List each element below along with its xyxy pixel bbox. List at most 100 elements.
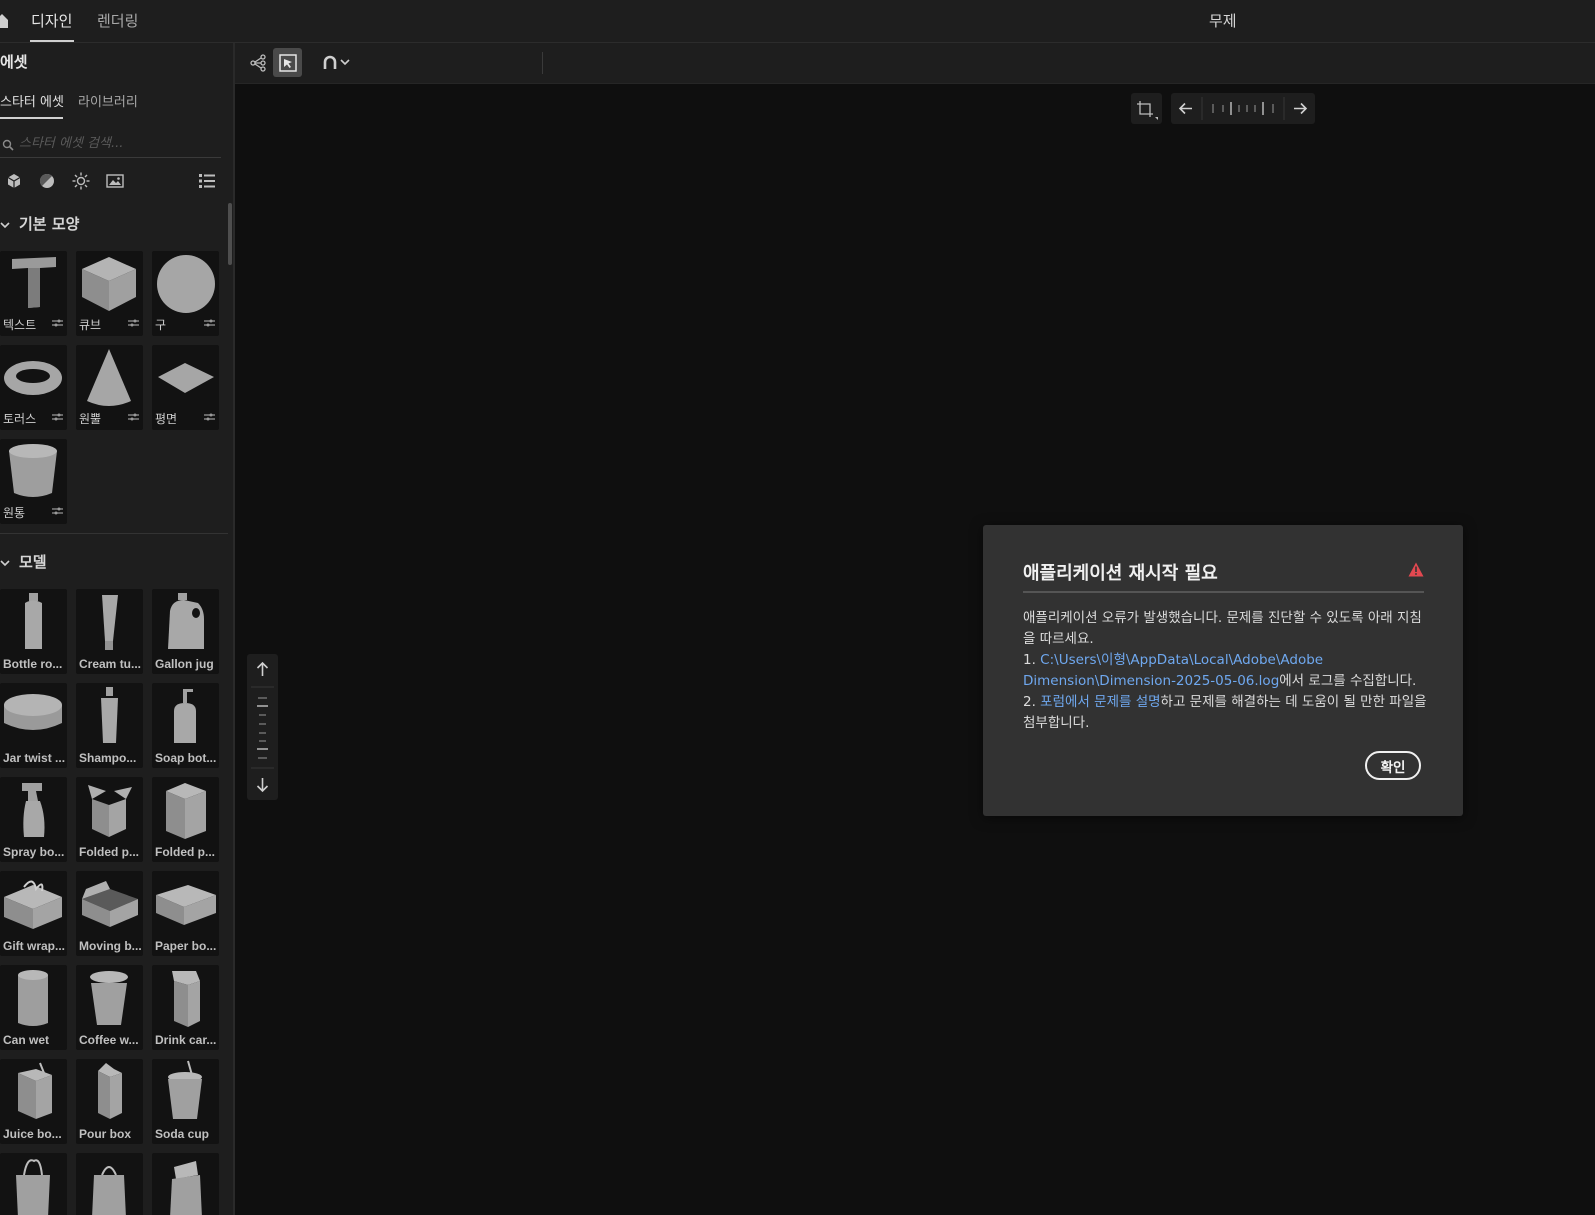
- asset-tile-text[interactable]: 텍스트: [0, 251, 67, 336]
- step-2-number: 2.: [1023, 694, 1041, 710]
- model-tile-paper-bag[interactable]: [76, 1153, 143, 1215]
- asset-label: Folded p...: [79, 845, 139, 859]
- search-icon: [2, 136, 14, 155]
- camera-pan-horizontal[interactable]: [1171, 93, 1315, 124]
- asset-tile-cylinder[interactable]: 원통: [0, 439, 67, 524]
- arrow-left-icon[interactable]: [1178, 102, 1192, 115]
- model-tile-paper-box[interactable]: Paper bo...: [152, 871, 219, 956]
- asset-label: Jar twist ...: [3, 751, 66, 765]
- model-tile-lunch-bag[interactable]: [152, 1153, 219, 1215]
- model-tile-soap-bottle[interactable]: Soap bot...: [152, 683, 219, 768]
- sidebar-scrollbar[interactable]: [228, 203, 232, 265]
- material-filter-icon[interactable]: [36, 170, 58, 192]
- ok-button[interactable]: 확인: [1365, 751, 1421, 780]
- asset-tile-torus[interactable]: 토러스: [0, 345, 67, 430]
- drink-carton-thumbnail: [172, 971, 200, 1027]
- arrow-up-icon[interactable]: [256, 661, 269, 676]
- section-title: 모델: [19, 553, 47, 571]
- text-shape-thumbnail: [12, 257, 56, 308]
- spray-bottle-thumbnail: [22, 783, 45, 837]
- asset-label: Gift wrap...: [3, 939, 66, 953]
- model-tile-spray-bottle[interactable]: Spray bo...: [0, 777, 67, 862]
- asset-label: 큐브: [79, 318, 102, 332]
- warning-icon: [1408, 562, 1424, 581]
- asset-tile-cone[interactable]: 원뿔: [76, 345, 143, 430]
- camera-pan-vertical[interactable]: [247, 654, 278, 800]
- model-tile-bottle[interactable]: Bottle ro...: [0, 589, 67, 674]
- model-tile-folded-box-open[interactable]: Folded p...: [76, 777, 143, 862]
- asset-label: Drink car...: [155, 1033, 217, 1047]
- tab-starter-assets[interactable]: 스타터 에셋: [0, 91, 64, 110]
- dialog-step-1: 1. C:\Users\이형\AppData\Local\Adobe\Adobe…: [1023, 650, 1433, 692]
- options-icon[interactable]: [52, 406, 63, 425]
- shopping-bag-thumbnail: [16, 1159, 50, 1215]
- tab-libraries[interactable]: 라이브러리: [78, 91, 138, 110]
- asset-label: Bottle ro...: [3, 657, 63, 671]
- model-tile-pour-box[interactable]: Pour box: [76, 1059, 143, 1144]
- model-tile-shopping-bag[interactable]: [0, 1153, 67, 1215]
- section-models[interactable]: 모델: [0, 551, 47, 572]
- model-tile-gallon-jug[interactable]: Gallon jug: [152, 589, 219, 674]
- options-icon[interactable]: [204, 312, 215, 331]
- cube-filter-icon[interactable]: [3, 170, 25, 192]
- cube-shape-thumbnail: [82, 257, 136, 311]
- asset-label: Moving b...: [79, 939, 142, 953]
- toolbar-separator: [542, 52, 543, 74]
- image-filter-icon[interactable]: [104, 170, 126, 192]
- plane-shape-thumbnail: [158, 363, 214, 393]
- asset-label: Gallon jug: [155, 657, 214, 671]
- asset-label: Soap bot...: [155, 751, 217, 765]
- paper-box-thumbnail: [156, 885, 216, 925]
- model-tile-soda-cup[interactable]: Soda cup: [152, 1059, 219, 1144]
- frame-camera-button[interactable]: [1131, 93, 1162, 124]
- model-tile-moving-box[interactable]: Moving b...: [76, 871, 143, 956]
- forum-link[interactable]: 포럼에서 문제를 설명: [1040, 694, 1160, 710]
- title-bar: 디자인 렌더링 무제: [0, 0, 1595, 43]
- search-input[interactable]: [19, 133, 214, 153]
- asset-label: Cream tu...: [79, 657, 142, 671]
- soap-bottle-thumbnail: [174, 689, 196, 743]
- soda-cup-thumbnail: [168, 1060, 202, 1119]
- light-filter-icon[interactable]: [70, 170, 92, 192]
- pan-scrubber[interactable]: [1212, 102, 1274, 115]
- section-basic-shapes[interactable]: 기본 모양: [0, 213, 79, 234]
- tab-design[interactable]: 디자인: [31, 10, 72, 31]
- folded-box-open-thumbnail: [88, 785, 132, 837]
- asset-label: Spray bo...: [3, 845, 65, 859]
- select-tool-icon[interactable]: [273, 48, 302, 77]
- tab-render[interactable]: 렌더링: [97, 10, 138, 31]
- model-tile-shampoo[interactable]: Shampo...: [76, 683, 143, 768]
- model-tile-can[interactable]: Can wet: [0, 965, 67, 1050]
- home-icon[interactable]: [0, 13, 8, 32]
- options-icon[interactable]: [52, 500, 63, 519]
- can-thumbnail: [18, 970, 48, 1026]
- model-tile-gift-wrap[interactable]: Gift wrap...: [0, 871, 67, 956]
- asset-tile-plane[interactable]: 평면: [152, 345, 219, 430]
- model-tile-coffee-cup[interactable]: Coffee w...: [76, 965, 143, 1050]
- asset-search: [0, 131, 221, 158]
- model-tile-folded-box[interactable]: Folded p...: [152, 777, 219, 862]
- model-tile-cream-tube[interactable]: Cream tu...: [76, 589, 143, 674]
- paper-bag-thumbnail: [92, 1166, 126, 1215]
- asset-label: Coffee w...: [79, 1033, 139, 1047]
- model-tile-juice-box[interactable]: Juice bo...: [0, 1059, 67, 1144]
- arrow-down-icon[interactable]: [256, 778, 269, 793]
- asset-tile-sphere[interactable]: 구: [152, 251, 219, 336]
- lunch-bag-thumbnail: [170, 1161, 202, 1215]
- list-view-icon[interactable]: [196, 170, 218, 192]
- arrow-right-icon[interactable]: [1294, 102, 1308, 115]
- options-icon[interactable]: [128, 312, 139, 331]
- options-icon[interactable]: [52, 312, 63, 331]
- dolly-scrubber[interactable]: [257, 697, 268, 759]
- gallon-jug-thumbnail: [168, 593, 204, 649]
- scene-graph-icon[interactable]: [243, 48, 272, 77]
- options-icon[interactable]: [204, 406, 215, 425]
- model-tile-drink-carton[interactable]: Drink car...: [152, 965, 219, 1050]
- chevron-down-icon[interactable]: [335, 48, 355, 77]
- asset-label: Shampo...: [79, 751, 137, 765]
- options-icon[interactable]: [128, 406, 139, 425]
- asset-label: Folded p...: [155, 845, 215, 859]
- asset-tile-cube[interactable]: 큐브: [76, 251, 143, 336]
- restart-required-dialog: 애플리케이션 재시작 필요 애플리케이션 오류가 발생했습니다. 문제를 진단할…: [983, 525, 1463, 816]
- model-tile-jar[interactable]: Jar twist ...: [0, 683, 67, 768]
